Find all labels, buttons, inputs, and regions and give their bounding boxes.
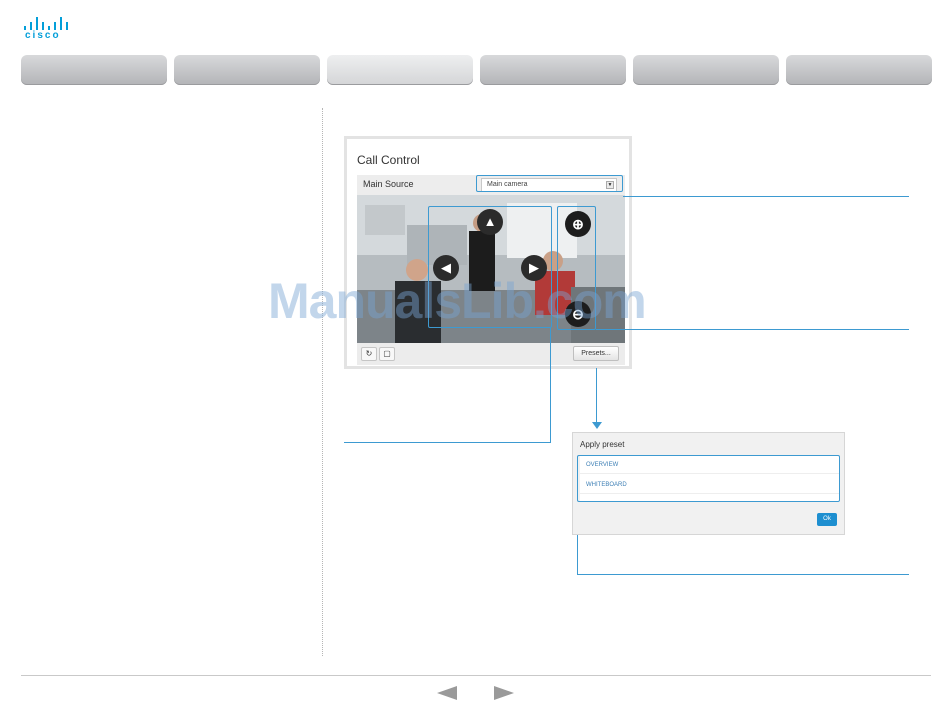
square-icon: ▢: [383, 349, 391, 358]
refresh-icon: ↻: [365, 349, 373, 358]
prev-arrow-icon[interactable]: [437, 686, 457, 700]
main-source-label: Main Source: [363, 179, 414, 189]
tab-bar: [21, 55, 932, 85]
cisco-logo-text: cisco: [25, 30, 61, 41]
cisco-logo: cisco: [22, 14, 72, 42]
refresh-button[interactable]: ↻: [361, 347, 377, 361]
callout-line-list-horizontal: [577, 574, 909, 575]
watermark: ManualsLib.com: [268, 273, 647, 329]
callout-line-pan-vertical: [550, 328, 551, 442]
ok-button[interactable]: Ok: [817, 513, 837, 526]
dialog-title: Apply preset: [580, 440, 625, 449]
tab-3-active[interactable]: [327, 55, 473, 85]
callout-line-pan-horizontal: [344, 442, 551, 443]
tab-2[interactable]: [174, 55, 320, 85]
callout-line-presets: [596, 368, 597, 424]
tab-4[interactable]: [480, 55, 626, 85]
panel-footer: ↻ ▢ Presets...: [357, 343, 625, 365]
tab-6[interactable]: [786, 55, 932, 85]
fullscreen-button[interactable]: ▢: [379, 347, 395, 361]
callout-line-source: [623, 196, 909, 197]
cisco-logo-bars: [24, 16, 70, 30]
presets-button[interactable]: Presets...: [573, 346, 619, 361]
callout-arrowhead: [592, 422, 602, 429]
source-select-highlight: [476, 175, 623, 192]
next-arrow-icon[interactable]: [494, 686, 514, 700]
preset-list-highlight: [577, 455, 840, 502]
footer-rule: [21, 675, 931, 676]
tab-5[interactable]: [633, 55, 779, 85]
tab-1[interactable]: [21, 55, 167, 85]
column-divider: [322, 108, 323, 656]
panel-title: Call Control: [357, 153, 420, 167]
